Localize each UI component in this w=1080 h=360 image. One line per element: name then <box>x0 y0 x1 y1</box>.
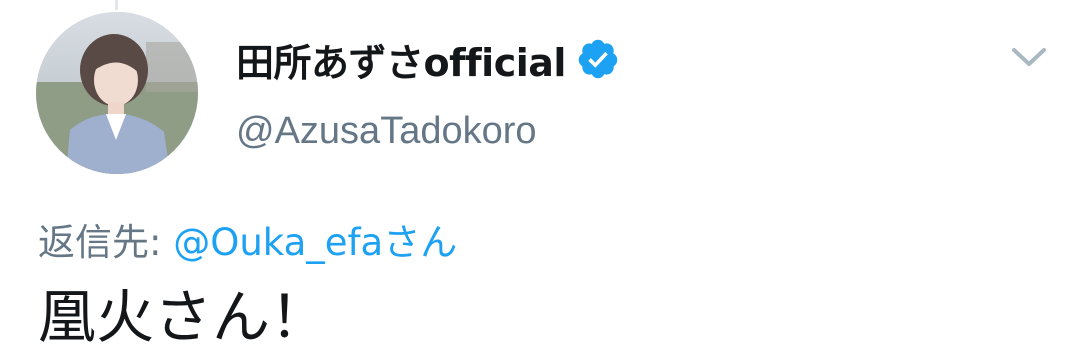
user-handle[interactable]: @AzusaTadokoro <box>236 110 620 153</box>
verified-badge-icon <box>576 37 620 81</box>
tweet-text: 凰火さん！ <box>38 283 329 351</box>
name-row: 田所あずさofficial <box>236 30 620 88</box>
chevron-down-icon[interactable] <box>1008 42 1050 70</box>
reply-target-link[interactable]: @Ouka_efaさん <box>173 221 457 264</box>
avatar[interactable] <box>36 12 198 174</box>
thread-connector-line <box>115 0 118 10</box>
reply-prefix-label: 返信先: <box>38 221 174 264</box>
avatar-image <box>36 12 198 174</box>
reply-context: 返信先: @Ouka_efaさん <box>38 212 457 266</box>
display-name[interactable]: 田所あずさofficial <box>236 32 566 87</box>
tweet-header: 田所あずさofficial @AzusaTadokoro <box>236 30 620 153</box>
